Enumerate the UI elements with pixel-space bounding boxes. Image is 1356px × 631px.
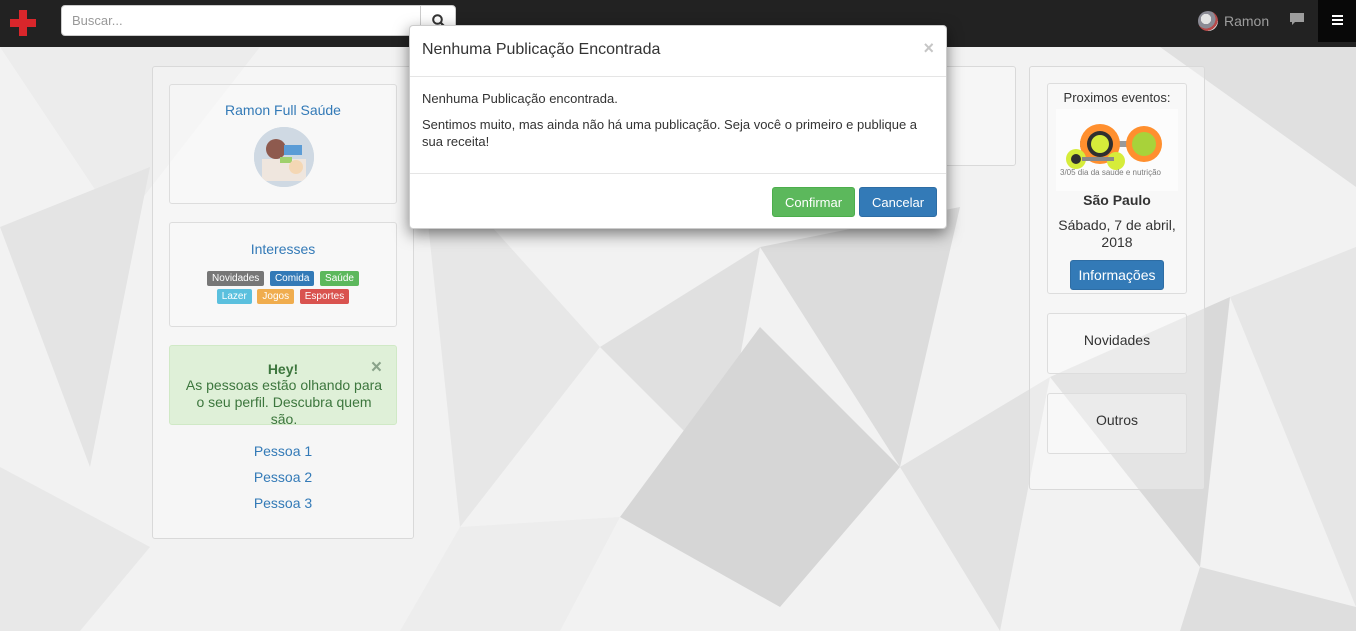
- modal-close-button[interactable]: ×: [923, 38, 934, 59]
- modal-header: Nenhuma Publicação Encontrada ×: [410, 26, 946, 77]
- modal-title: Nenhuma Publicação Encontrada: [422, 41, 661, 58]
- modal-footer: Confirmar Cancelar: [410, 173, 946, 229]
- modal-message-2: Sentimos muito, mas ainda não há uma pub…: [422, 117, 918, 149]
- cancel-button[interactable]: Cancelar: [859, 187, 938, 217]
- confirm-button[interactable]: Confirmar: [772, 187, 856, 217]
- modal-body: Nenhuma Publicação encontrada. Sentimos …: [422, 90, 932, 159]
- no-publication-modal: Nenhuma Publicação Encontrada × Nenhuma …: [409, 25, 947, 229]
- modal-message-1: Nenhuma Publicação encontrada.: [422, 91, 618, 106]
